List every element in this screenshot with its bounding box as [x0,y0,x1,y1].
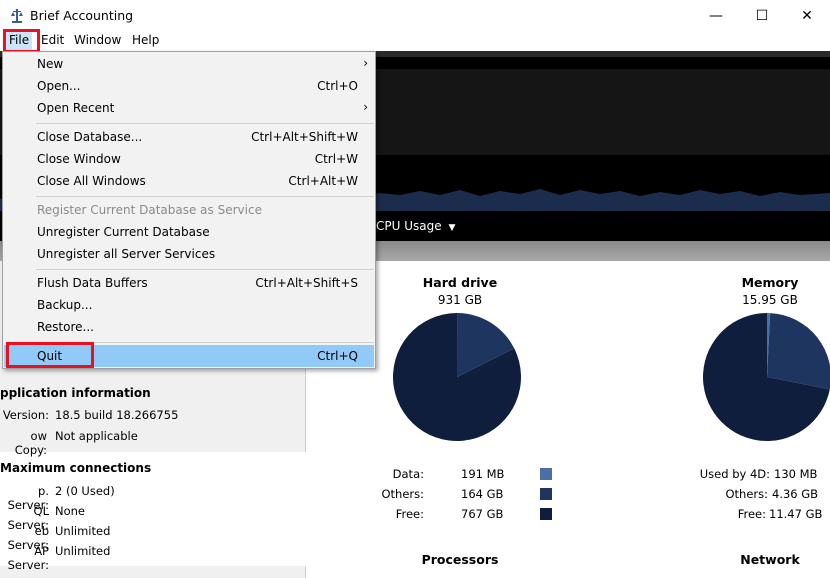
menu-item-label: Restore... [37,320,94,334]
conn-key: AP Server: [7,544,49,572]
copy-value: Not applicable [55,429,138,443]
conn-value: None [55,504,86,518]
menu-item-label: Backup... [37,298,93,312]
hard-drive-pie [393,313,521,441]
close-icon: ✕ [801,7,813,24]
menu-help[interactable]: Help [129,33,162,47]
menu-item-label: Unregister all Server Services [37,247,216,261]
conn-value: Unlimited [55,524,111,538]
menu-item-label: Close Window [37,152,121,166]
chevron-right-icon: › [363,56,368,70]
menu-item-open-recent[interactable]: Open Recent › [4,97,374,119]
hard-drive-title: Hard drive [422,275,498,290]
menu-item-shortcut: Ctrl+Alt+W [288,174,358,188]
menu-separator [36,196,374,197]
menu-item-backup[interactable]: Backup... [4,294,374,316]
graph-selector[interactable]: CPU Usage ▼ [376,219,455,233]
chevron-right-icon: › [363,100,368,114]
menu-item-shortcut: Ctrl+Q [317,349,358,363]
mem-legend-key: Free: [737,507,766,521]
minimize-button[interactable]: — [693,0,739,31]
mem-legend-key: Used by 4D: [699,467,770,481]
version-key: Version: [2,408,49,422]
menu-item-label: New [37,57,64,71]
menu-item-shortcut: Ctrl+Alt+Shift+W [251,130,358,144]
menu-item-restore[interactable]: Restore... [4,316,374,338]
maximize-icon: ☐ [755,7,769,24]
menu-item-shortcut: Ctrl+Alt+Shift+S [255,276,358,290]
version-value: 18.5 build 18.266755 [55,408,179,422]
maximize-button[interactable]: ☐ [739,0,785,31]
pie-slice-others [767,313,830,390]
mem-legend-value: 4.36 GB [772,487,819,501]
hd-legend-swatch [540,488,552,500]
menu-item-unregister-database[interactable]: Unregister Current Database [4,221,374,243]
menu-item-close-all-windows[interactable]: Close All Windows Ctrl+Alt+W [4,170,374,192]
hard-drive-total: 931 GB [437,293,483,307]
annotation-box-file [3,29,40,53]
memory-title: Memory [741,275,799,290]
menu-item-label: Open... [37,79,81,93]
memory-total: 15.95 GB [742,293,798,307]
close-button[interactable]: ✕ [784,0,830,31]
scales-icon [11,9,23,23]
hd-legend-swatch [540,508,552,520]
menu-window[interactable]: Window [71,33,124,47]
hd-legend-key: Others: [381,487,424,501]
mem-legend-value: 130 MB [774,467,818,481]
mem-legend-value: 11.47 GB [769,507,823,521]
menu-item-register-service: Register Current Database as Service [4,199,374,221]
hard-drive-pie-slices [393,313,521,441]
window-title: Brief Accounting [30,8,134,23]
mem-legend-key: Others: [725,487,768,501]
file-menu-dropdown: New › Open... Ctrl+O Open Recent › Close… [2,51,376,369]
processors-title: Processors [421,552,499,567]
conn-value: Unlimited [55,544,111,558]
menu-item-label: Open Recent [37,101,115,115]
hd-legend-value: 191 MB [461,467,505,481]
graph-selector-label: CPU Usage [376,219,442,233]
menu-bar: File Edit Window Help [0,31,830,51]
chevron-down-icon: ▼ [448,223,456,233]
menu-item-flush-buffers[interactable]: Flush Data Buffers Ctrl+Alt+Shift+S [4,272,374,294]
hd-legend-swatch [540,468,552,480]
menu-item-label: Unregister Current Database [37,225,210,239]
menu-separator [36,123,374,124]
hd-legend-key: Free: [395,507,424,521]
menu-item-unregister-all[interactable]: Unregister all Server Services [4,243,374,265]
copy-key: ow Copy: [14,429,47,457]
menu-edit[interactable]: Edit [38,33,67,47]
menu-item-close-database[interactable]: Close Database... Ctrl+Alt+Shift+W [4,126,374,148]
menu-item-label: Close Database... [37,130,143,144]
hd-legend-value: 767 GB [461,507,504,521]
memory-pie [703,313,830,441]
annotation-box-quit [6,342,94,368]
conn-value: 2 (0 Used) [55,484,115,498]
app-info-title: pplication information [0,386,151,400]
title-bar: Brief Accounting — ☐ ✕ [0,0,830,32]
menu-item-label: Flush Data Buffers [37,276,148,290]
menu-item-label: Register Current Database as Service [37,203,262,217]
max-connections-title: Maximum connections [0,461,152,475]
minimize-icon: — [709,7,723,24]
menu-item-shortcut: Ctrl+W [314,152,358,166]
menu-separator [36,269,374,270]
hd-legend-value: 164 GB [461,487,504,501]
menu-item-close-window[interactable]: Close Window Ctrl+W [4,148,374,170]
menu-item-open[interactable]: Open... Ctrl+O [4,75,374,97]
menu-item-new[interactable]: New › [4,53,374,75]
memory-pie-slices [703,313,830,441]
menu-item-label: Close All Windows [37,174,146,188]
network-title: Network [740,552,800,567]
hd-legend-key: Data: [392,467,424,481]
menu-item-shortcut: Ctrl+O [317,79,358,93]
